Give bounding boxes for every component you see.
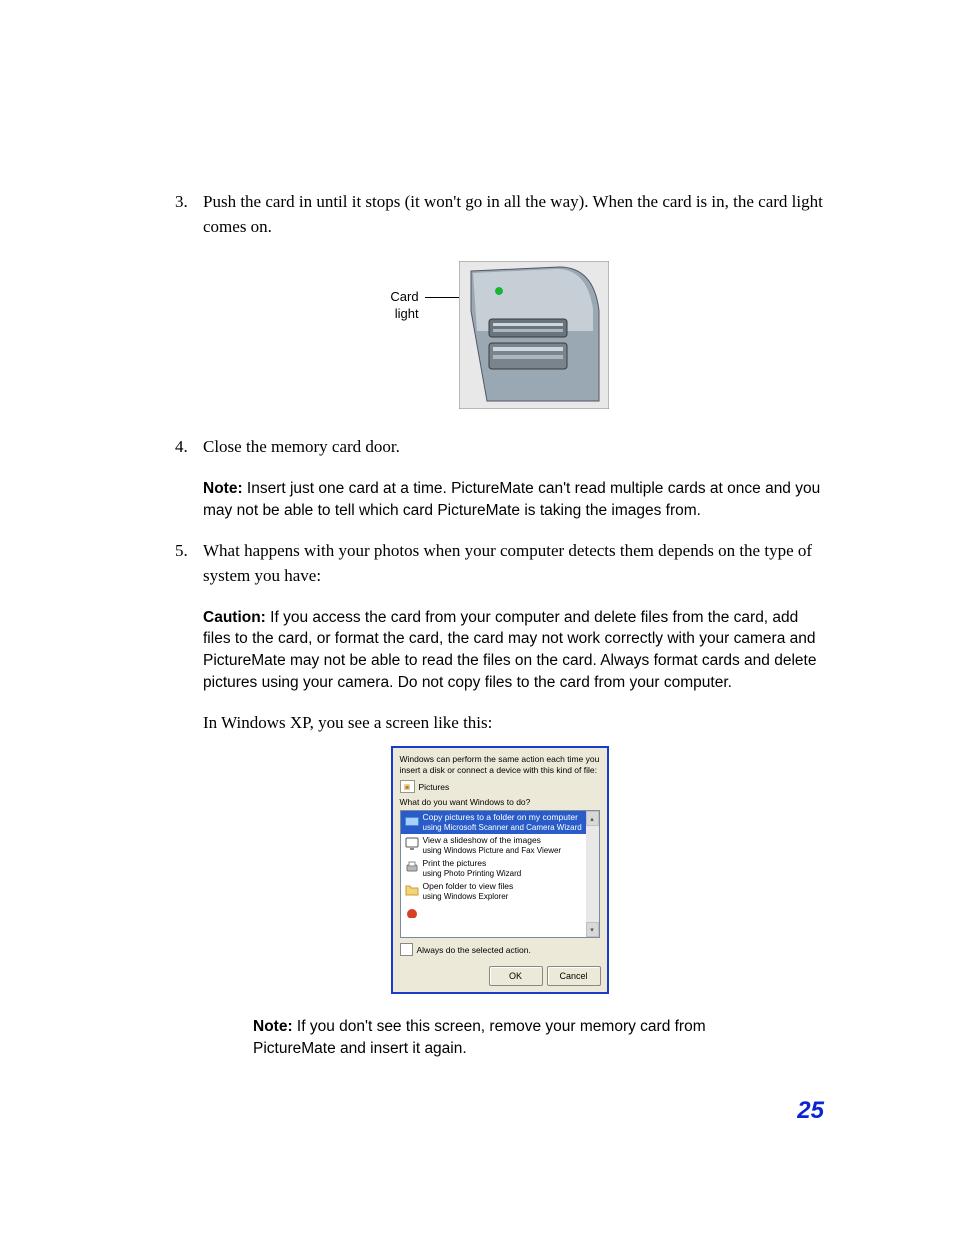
step-number: 3. [175,190,188,215]
figure-label: Card light [390,289,418,322]
dialog-intro: Windows can perform the same action each… [400,754,600,775]
list-item-title: View a slideshow of the images [423,836,562,846]
step-5: 5. What happens with your photos when yo… [175,539,824,588]
scroll-track[interactable] [586,826,599,922]
pictures-icon: ▣ [400,780,415,793]
list-item-partial[interactable] [401,903,586,923]
note-text: Insert just one card at a time. PictureM… [203,480,820,519]
list-item[interactable]: Print the picturesusing Photo Printing W… [401,857,586,880]
step-4: 4. Close the memory card door. [175,435,824,460]
step-text: Close the memory card door. [203,437,400,456]
caution-block: Caution: If you access the card from you… [203,607,824,694]
xp-intro-text: In Windows XP, you see a screen like thi… [203,711,824,736]
always-checkbox-row[interactable]: Always do the selected action. [400,943,600,956]
step-text: What happens with your photos when your … [203,541,812,585]
scroll-up-button[interactable]: ▴ [586,811,599,826]
caution-label: Caution: [203,609,266,626]
note-block-2: Note: If you don't see this screen, remo… [253,1016,773,1059]
step-text: Push the card in until it stops (it won'… [203,192,823,236]
scroll-down-button[interactable]: ▾ [586,922,599,937]
list-item[interactable]: Copy pictures to a folder on my computer… [401,811,586,834]
dialog-filetype-label: Pictures [419,782,450,792]
scrollbar[interactable]: ▴ ▾ [586,811,599,937]
list-item-subtitle: using Windows Picture and Fax Viewer [423,846,562,855]
dialog-prompt: What do you want Windows to do? [400,797,600,807]
dialog-button-row: OK Cancel [393,963,607,992]
note-label: Note: [203,480,243,497]
cancel-button[interactable]: Cancel [547,966,601,986]
step-number: 4. [175,435,188,460]
list-item-subtitle: using Windows Explorer [423,892,514,901]
list-item-title: Copy pictures to a folder on my computer [423,813,582,823]
list-item-subtitle: using Microsoft Scanner and Camera Wizar… [423,823,582,832]
generic-icon [404,905,420,921]
list-item[interactable]: Open folder to view filesusing Windows E… [401,880,586,903]
folder-icon [404,882,420,898]
step-list: 3. Push the card in until it stops (it w… [175,190,824,1060]
page-number: 25 [797,1097,824,1125]
list-item-title: Print the pictures [423,859,522,869]
ok-button[interactable]: OK [489,966,543,986]
step-3: 3. Push the card in until it stops (it w… [175,190,824,239]
camera-wizard-icon [404,813,420,829]
dialog-filetype-row: ▣ Pictures [400,780,600,793]
dialog-figure: Windows can perform the same action each… [175,746,824,994]
printer-icon [404,859,420,875]
note-text: If you don't see this screen, remove you… [253,1018,706,1057]
leader-line [425,297,461,298]
document-page: 3. Push the card in until it stops (it w… [0,0,954,1235]
checkbox[interactable] [400,943,413,956]
note-block-1: Note: Insert just one card at a time. Pi… [203,478,824,521]
figure-label-line1: Card [390,289,418,305]
printer-figure: Card light [175,261,824,409]
step-number: 5. [175,539,188,564]
list-item-title: Open folder to view files [423,882,514,892]
action-listbox[interactable]: Copy pictures to a folder on my computer… [400,810,600,938]
list-item[interactable]: View a slideshow of the imagesusing Wind… [401,834,586,857]
figure-label-line2: light [390,306,418,322]
list-item-subtitle: using Photo Printing Wizard [423,869,522,878]
caution-text: If you access the card from your compute… [203,609,816,691]
note-label: Note: [253,1018,293,1035]
always-label: Always do the selected action. [417,945,531,955]
autoplay-dialog: Windows can perform the same action each… [391,746,609,994]
printer-illustration [459,261,609,409]
monitor-icon [404,836,420,852]
